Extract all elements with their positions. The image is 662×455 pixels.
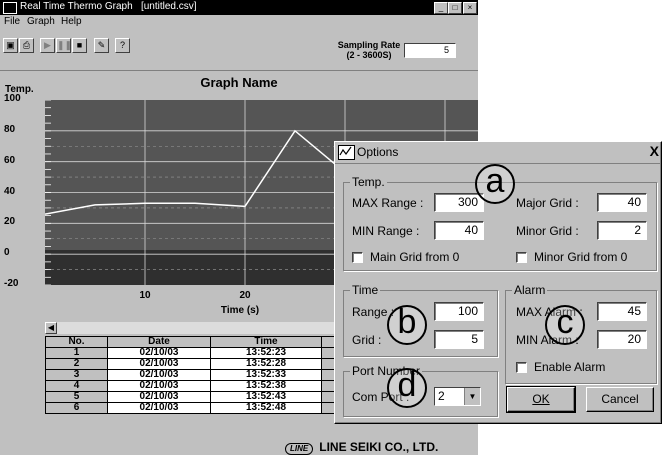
major-grid-input[interactable]: 40 [597,193,647,212]
close-button[interactable]: × [463,2,477,14]
sampling-rate-label: Sampling Rate (2 - 3600S) [337,40,401,60]
minor-grid-from-0-checkbox[interactable] [516,252,527,263]
y-tick-label: 20 [4,216,16,228]
stop-icon[interactable]: ■ [72,38,87,53]
ok-button-label: OK [532,392,550,406]
cancel-button[interactable]: Cancel [586,387,654,412]
chevron-down-icon[interactable]: ▼ [464,388,480,405]
enable-alarm-label: Enable Alarm [534,360,606,374]
scroll-left-icon[interactable]: ◀ [45,322,57,334]
table-cell: 3 [45,369,108,381]
brand-name: LINE SEIKI CO., LTD. [319,440,439,454]
table-cell: 02/10/03 [107,402,211,414]
print-icon[interactable]: ⎙ [19,38,34,53]
table-cell: 02/10/03 [107,380,211,392]
column-header-time: Time [210,336,322,348]
save-icon[interactable]: ▣ [3,38,18,53]
brand-footer: LINE LINE SEIKI CO., LTD. [285,440,438,455]
menu-bar: File Graph Help [0,15,478,29]
maximize-button[interactable]: □ [448,2,462,14]
x-tick-label: 10 [139,290,151,301]
com-port-select[interactable]: 2 ▼ [434,387,481,406]
callout-b: b [387,305,427,345]
menu-help[interactable]: Help [61,16,82,27]
x-tick-label: 20 [239,290,251,301]
title-bar[interactable]: Real Time Thermo Graph [untitled.csv] _ … [0,0,478,15]
y-tick-label: 80 [4,123,16,135]
temp-group-title: Temp. [350,175,387,189]
table-cell: 13:52:28 [210,358,322,370]
minimize-button[interactable]: _ [434,2,448,14]
sampling-rate-input[interactable]: 5 [404,43,456,58]
options-icon[interactable]: ✎ [94,38,109,53]
callout-d: d [387,368,427,408]
table-cell: 13:52:23 [210,347,322,359]
column-header-no: No. [45,336,108,348]
table-cell: 02/10/03 [107,358,211,370]
y-tick-label: 40 [4,185,16,197]
time-grid-input[interactable]: 5 [434,330,484,349]
table-cell: 2 [45,358,108,370]
main-grid-from-0-checkbox[interactable] [352,252,363,263]
table-cell: 02/10/03 [107,391,211,403]
x-axis-label: Time (s) [220,305,260,316]
table-cell: 13:52:33 [210,369,322,381]
com-port-value: 2 [438,389,445,403]
callout-a: a [475,164,515,204]
min-range-input[interactable]: 40 [434,221,484,240]
y-tick-label: 60 [4,154,16,166]
table-cell: 13:52:48 [210,402,322,414]
enable-alarm-checkbox[interactable] [516,362,527,373]
main-grid-from-0-label: Main Grid from 0 [370,250,460,264]
time-grid-label: Grid : [352,333,382,347]
table-cell: 02/10/03 [107,347,211,359]
column-header-date: Date [107,336,211,348]
major-grid-label: Major Grid : [516,196,579,210]
minor-grid-label: Minor Grid : [516,224,579,238]
max-alarm-input[interactable]: 45 [597,302,647,321]
pause-icon[interactable]: ❚❚ [56,38,72,53]
time-group-title: Time [350,283,381,297]
min-range-label: MIN Range : [352,224,420,238]
y-tick-label: -20 [4,278,19,289]
alarm-group-title: Alarm [512,283,548,297]
callout-c: c [545,305,585,345]
table-cell: 13:52:38 [210,380,322,392]
dialog-title: Options [357,145,399,159]
window-title: Real Time Thermo Graph [untitled.csv] [20,1,197,12]
brand-logo: LINE [285,443,314,455]
y-tick-label: 0 [4,247,10,259]
menu-graph[interactable]: Graph [27,16,55,27]
play-icon[interactable]: ▶ [40,38,55,53]
minor-grid-from-0-label: Minor Grid from 0 [534,250,628,264]
table-cell: 5 [45,391,108,403]
dialog-close-button[interactable]: X [650,143,659,159]
menu-file[interactable]: File [4,16,20,27]
help-icon[interactable]: ? [115,38,130,53]
max-range-label: MAX Range : [352,196,424,210]
dialog-title-bar[interactable]: Options X [335,142,661,164]
table-cell: 6 [45,402,108,414]
table-cell: 1 [45,347,108,359]
time-range-input[interactable]: 100 [434,302,484,321]
table-cell: 02/10/03 [107,369,211,381]
graph-title: Graph Name [200,75,278,90]
max-range-input[interactable]: 300 [434,193,484,212]
toolbar: ▣ ⎙ ▶ ❚❚ ■ ✎ ? Sampling Rate (2 - 3600S)… [0,30,478,71]
chart-icon [338,145,355,160]
app-icon [3,2,17,14]
options-dialog: Options X Temp. MAX Range : 300 Major Gr… [334,141,662,424]
ok-button[interactable]: OK [506,386,576,413]
table-cell: 13:52:43 [210,391,322,403]
y-tick-label: 100 [4,93,21,104]
minor-grid-input[interactable]: 2 [597,221,647,240]
min-alarm-input[interactable]: 20 [597,330,647,349]
table-cell: 4 [45,380,108,392]
